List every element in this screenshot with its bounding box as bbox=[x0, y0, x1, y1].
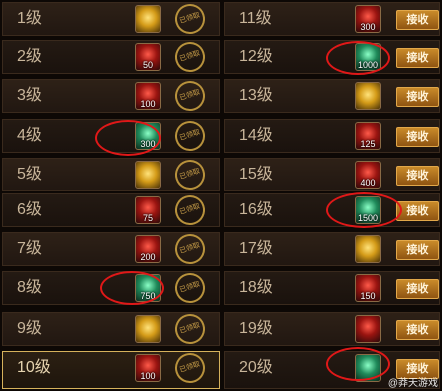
claim-button[interactable]: 接收 bbox=[396, 279, 439, 299]
reward-quantity: 100 bbox=[140, 99, 156, 109]
level-label: 9级 bbox=[17, 320, 42, 337]
gold-coins-icon[interactable] bbox=[355, 82, 381, 110]
reward-quantity: 300 bbox=[360, 22, 376, 32]
level-label: 5级 bbox=[17, 166, 42, 183]
level-label: 14级 bbox=[239, 127, 273, 144]
level-label: 20级 bbox=[239, 359, 273, 376]
left-reward-row: 9级 已领取 bbox=[2, 310, 220, 348]
left-reward-row: 7级 200 已领取 bbox=[2, 230, 220, 268]
gold-coins-icon[interactable] bbox=[135, 315, 161, 343]
reward-quantity: 100 bbox=[140, 371, 156, 381]
reward-quantity: 750 bbox=[140, 291, 156, 301]
left-reward-row: 8级 750 已领取 bbox=[2, 269, 220, 307]
reward-quantity: 75 bbox=[142, 213, 153, 223]
claim-button[interactable]: 接收 bbox=[396, 10, 439, 30]
right-reward-row: 13级 接收 bbox=[224, 79, 440, 113]
left-reward-row: 2级 50 已领取 bbox=[2, 38, 220, 76]
level-label: 2级 bbox=[17, 48, 42, 65]
claimed-stamp: 已领取 bbox=[171, 156, 209, 194]
level-label: 8级 bbox=[17, 279, 42, 296]
ruby-chest-icon[interactable]: 300 bbox=[355, 5, 381, 33]
ruby-chest-icon[interactable]: 100 bbox=[135, 354, 161, 382]
left-reward-row[interactable]: 10级 100 已领取 bbox=[2, 349, 220, 389]
level-rewards-grid: 1级 已领取 2级 50 已领取 3级 100 已领取 4级 300 已领取 5级 已领取 6级 75 已领取… bbox=[0, 0, 442, 391]
claim-button[interactable]: 接收 bbox=[396, 201, 439, 221]
left-reward-row: 1级 已领取 bbox=[2, 0, 220, 38]
claimed-stamp: 已领取 bbox=[171, 117, 209, 155]
level-label: 1级 bbox=[17, 10, 42, 27]
gem-icon[interactable]: 1000 bbox=[355, 43, 381, 71]
right-reward-row: 18级 150 接收 bbox=[224, 271, 440, 305]
gold-coins-icon[interactable] bbox=[135, 5, 161, 33]
gem-icon[interactable]: 750 bbox=[135, 274, 161, 302]
right-reward-row: 17级 接收 bbox=[224, 232, 440, 266]
claimed-stamp: 已领取 bbox=[171, 191, 209, 229]
reward-quantity: 1500 bbox=[357, 213, 379, 223]
gem-icon[interactable]: 1500 bbox=[355, 196, 381, 224]
right-reward-row: 16级 1500 接收 bbox=[224, 193, 440, 227]
claimed-stamp: 已领取 bbox=[171, 269, 209, 307]
reward-quantity: 125 bbox=[360, 139, 376, 149]
right-reward-row: 15级 400 接收 bbox=[224, 158, 440, 191]
gold-coins-icon[interactable] bbox=[135, 161, 161, 189]
ruby-chest-icon[interactable]: 125 bbox=[355, 122, 381, 150]
reward-quantity: 150 bbox=[360, 291, 376, 301]
level-label: 11级 bbox=[239, 10, 272, 27]
reward-quantity: 300 bbox=[140, 139, 156, 149]
level-label: 10级 bbox=[17, 359, 51, 376]
level-label: 3级 bbox=[17, 87, 42, 104]
claim-button[interactable]: 接收 bbox=[396, 48, 439, 68]
claim-button[interactable]: 接收 bbox=[396, 87, 439, 107]
claim-button[interactable]: 接收 bbox=[396, 240, 439, 260]
level-label: 16级 bbox=[239, 201, 273, 218]
level-label: 18级 bbox=[239, 279, 273, 296]
level-label: 17级 bbox=[239, 240, 273, 257]
level-label: 6级 bbox=[17, 201, 42, 218]
reward-quantity: 50 bbox=[142, 60, 153, 70]
gold-coins-icon[interactable] bbox=[355, 235, 381, 263]
claim-button[interactable]: 接收 bbox=[396, 127, 439, 147]
ruby-chest-icon[interactable]: 400 bbox=[355, 161, 381, 189]
claim-button[interactable]: 接收 bbox=[396, 166, 439, 186]
claim-button[interactable]: 接收 bbox=[396, 320, 439, 340]
reward-quantity: 400 bbox=[360, 178, 376, 188]
ruby-chest-icon[interactable]: 150 bbox=[355, 274, 381, 302]
gem-icon[interactable] bbox=[355, 354, 381, 382]
ruby-chest-icon[interactable]: 100 bbox=[135, 82, 161, 110]
level-label: 4级 bbox=[17, 127, 42, 144]
claimed-stamp: 已领取 bbox=[171, 77, 209, 115]
claimed-stamp: 已领取 bbox=[171, 0, 209, 38]
ruby-chest-icon[interactable]: 200 bbox=[135, 235, 161, 263]
level-label: 13级 bbox=[239, 87, 273, 104]
right-reward-row: 12级 1000 接收 bbox=[224, 40, 440, 74]
level-label: 12级 bbox=[239, 48, 273, 65]
reward-quantity: 200 bbox=[140, 252, 156, 262]
left-reward-row: 4级 300 已领取 bbox=[2, 117, 220, 155]
reward-quantity: 1000 bbox=[357, 60, 379, 70]
gem-icon[interactable]: 300 bbox=[135, 122, 161, 150]
claimed-stamp: 已领取 bbox=[171, 38, 209, 76]
ruby-chest-icon[interactable]: 50 bbox=[135, 43, 161, 71]
ruby-chest-icon[interactable] bbox=[355, 315, 381, 343]
claimed-stamp: 已领取 bbox=[171, 310, 209, 348]
left-reward-row: 3级 100 已领取 bbox=[2, 77, 220, 115]
level-label: 15级 bbox=[239, 166, 273, 183]
left-reward-row: 5级 已领取 bbox=[2, 156, 220, 194]
level-label: 19级 bbox=[239, 320, 273, 337]
claimed-stamp: 已领取 bbox=[171, 349, 209, 387]
left-reward-row: 6级 75 已领取 bbox=[2, 191, 220, 229]
watermark: @莽天游戏 bbox=[387, 378, 438, 389]
right-reward-row: 11级 300 接收 bbox=[224, 2, 440, 36]
right-reward-row: 19级 接收 bbox=[224, 312, 440, 346]
claimed-stamp: 已领取 bbox=[171, 230, 209, 268]
ruby-chest-icon[interactable]: 75 bbox=[135, 196, 161, 224]
level-label: 7级 bbox=[17, 240, 42, 257]
right-reward-row: 14级 125 接收 bbox=[224, 119, 440, 153]
